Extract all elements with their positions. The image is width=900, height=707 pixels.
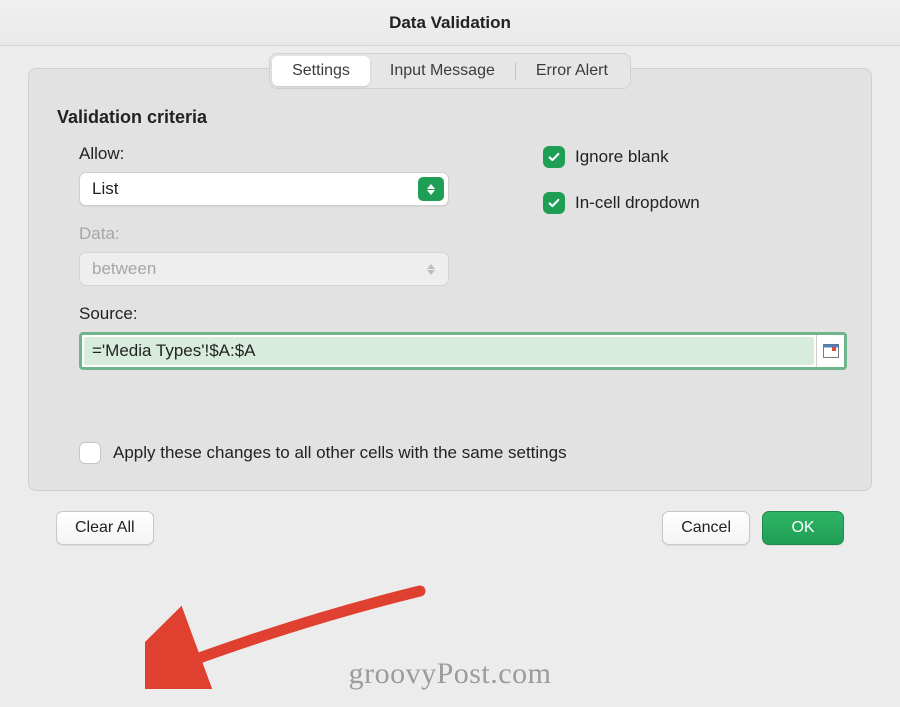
tab-input-message-label: Input Message xyxy=(390,62,495,79)
validation-criteria-heading: Validation criteria xyxy=(57,107,847,128)
source-input[interactable] xyxy=(84,337,814,365)
check-icon xyxy=(547,150,561,164)
range-picker-icon xyxy=(823,344,839,358)
incell-dropdown-row[interactable]: In-cell dropdown xyxy=(543,192,700,214)
tab-error-alert-label: Error Alert xyxy=(536,62,608,79)
annotation-arrow xyxy=(145,579,435,689)
ignore-blank-row[interactable]: Ignore blank xyxy=(543,146,700,168)
range-picker-button[interactable] xyxy=(816,335,844,367)
tab-input-message[interactable]: Input Message xyxy=(370,56,515,86)
criteria-row: Allow: List Data: between xyxy=(53,144,847,286)
right-column: Ignore blank In-cell dropdown xyxy=(443,144,700,286)
left-column: Allow: List Data: between xyxy=(53,144,443,286)
clear-all-button[interactable]: Clear All xyxy=(56,511,154,545)
chevron-up-icon xyxy=(427,184,435,189)
data-stepper-icon xyxy=(418,257,444,281)
tabs: Settings Input Message Error Alert xyxy=(269,53,631,89)
source-input-wrap xyxy=(79,332,847,370)
clear-all-label: Clear All xyxy=(75,519,135,537)
data-combo: between xyxy=(79,252,449,286)
incell-dropdown-checkbox[interactable] xyxy=(543,192,565,214)
tab-settings[interactable]: Settings xyxy=(272,56,370,86)
allow-value: List xyxy=(92,179,118,199)
dialog-footer: Clear All Cancel OK xyxy=(28,491,872,545)
watermark: groovyPost.com xyxy=(349,657,552,691)
apply-all-row[interactable]: Apply these changes to all other cells w… xyxy=(53,442,847,464)
ok-label: OK xyxy=(791,519,814,537)
dialog-title-text: Data Validation xyxy=(389,13,511,33)
chevron-up-icon xyxy=(427,264,435,269)
dialog-title: Data Validation xyxy=(0,0,900,46)
tab-error-alert[interactable]: Error Alert xyxy=(516,56,628,86)
data-value: between xyxy=(92,259,156,279)
cancel-label: Cancel xyxy=(681,519,731,537)
incell-dropdown-label: In-cell dropdown xyxy=(575,193,700,213)
apply-all-checkbox[interactable] xyxy=(79,442,101,464)
chevron-down-icon xyxy=(427,190,435,195)
ignore-blank-label: Ignore blank xyxy=(575,147,669,167)
tab-settings-label: Settings xyxy=(292,62,350,79)
ignore-blank-checkbox[interactable] xyxy=(543,146,565,168)
tabs-wrap: Settings Input Message Error Alert xyxy=(53,53,847,89)
source-section: Source: xyxy=(53,304,847,370)
chevron-down-icon xyxy=(427,270,435,275)
allow-label: Allow: xyxy=(79,144,443,164)
check-icon xyxy=(547,196,561,210)
cancel-button[interactable]: Cancel xyxy=(662,511,750,545)
ok-button[interactable]: OK xyxy=(762,511,844,545)
allow-stepper-icon xyxy=(418,177,444,201)
allow-combo[interactable]: List xyxy=(79,172,449,206)
apply-all-label: Apply these changes to all other cells w… xyxy=(113,443,567,463)
settings-panel: Settings Input Message Error Alert Valid… xyxy=(28,68,872,491)
data-label: Data: xyxy=(79,224,443,244)
dialog-body: Settings Input Message Error Alert Valid… xyxy=(0,46,900,561)
source-label: Source: xyxy=(79,304,847,324)
